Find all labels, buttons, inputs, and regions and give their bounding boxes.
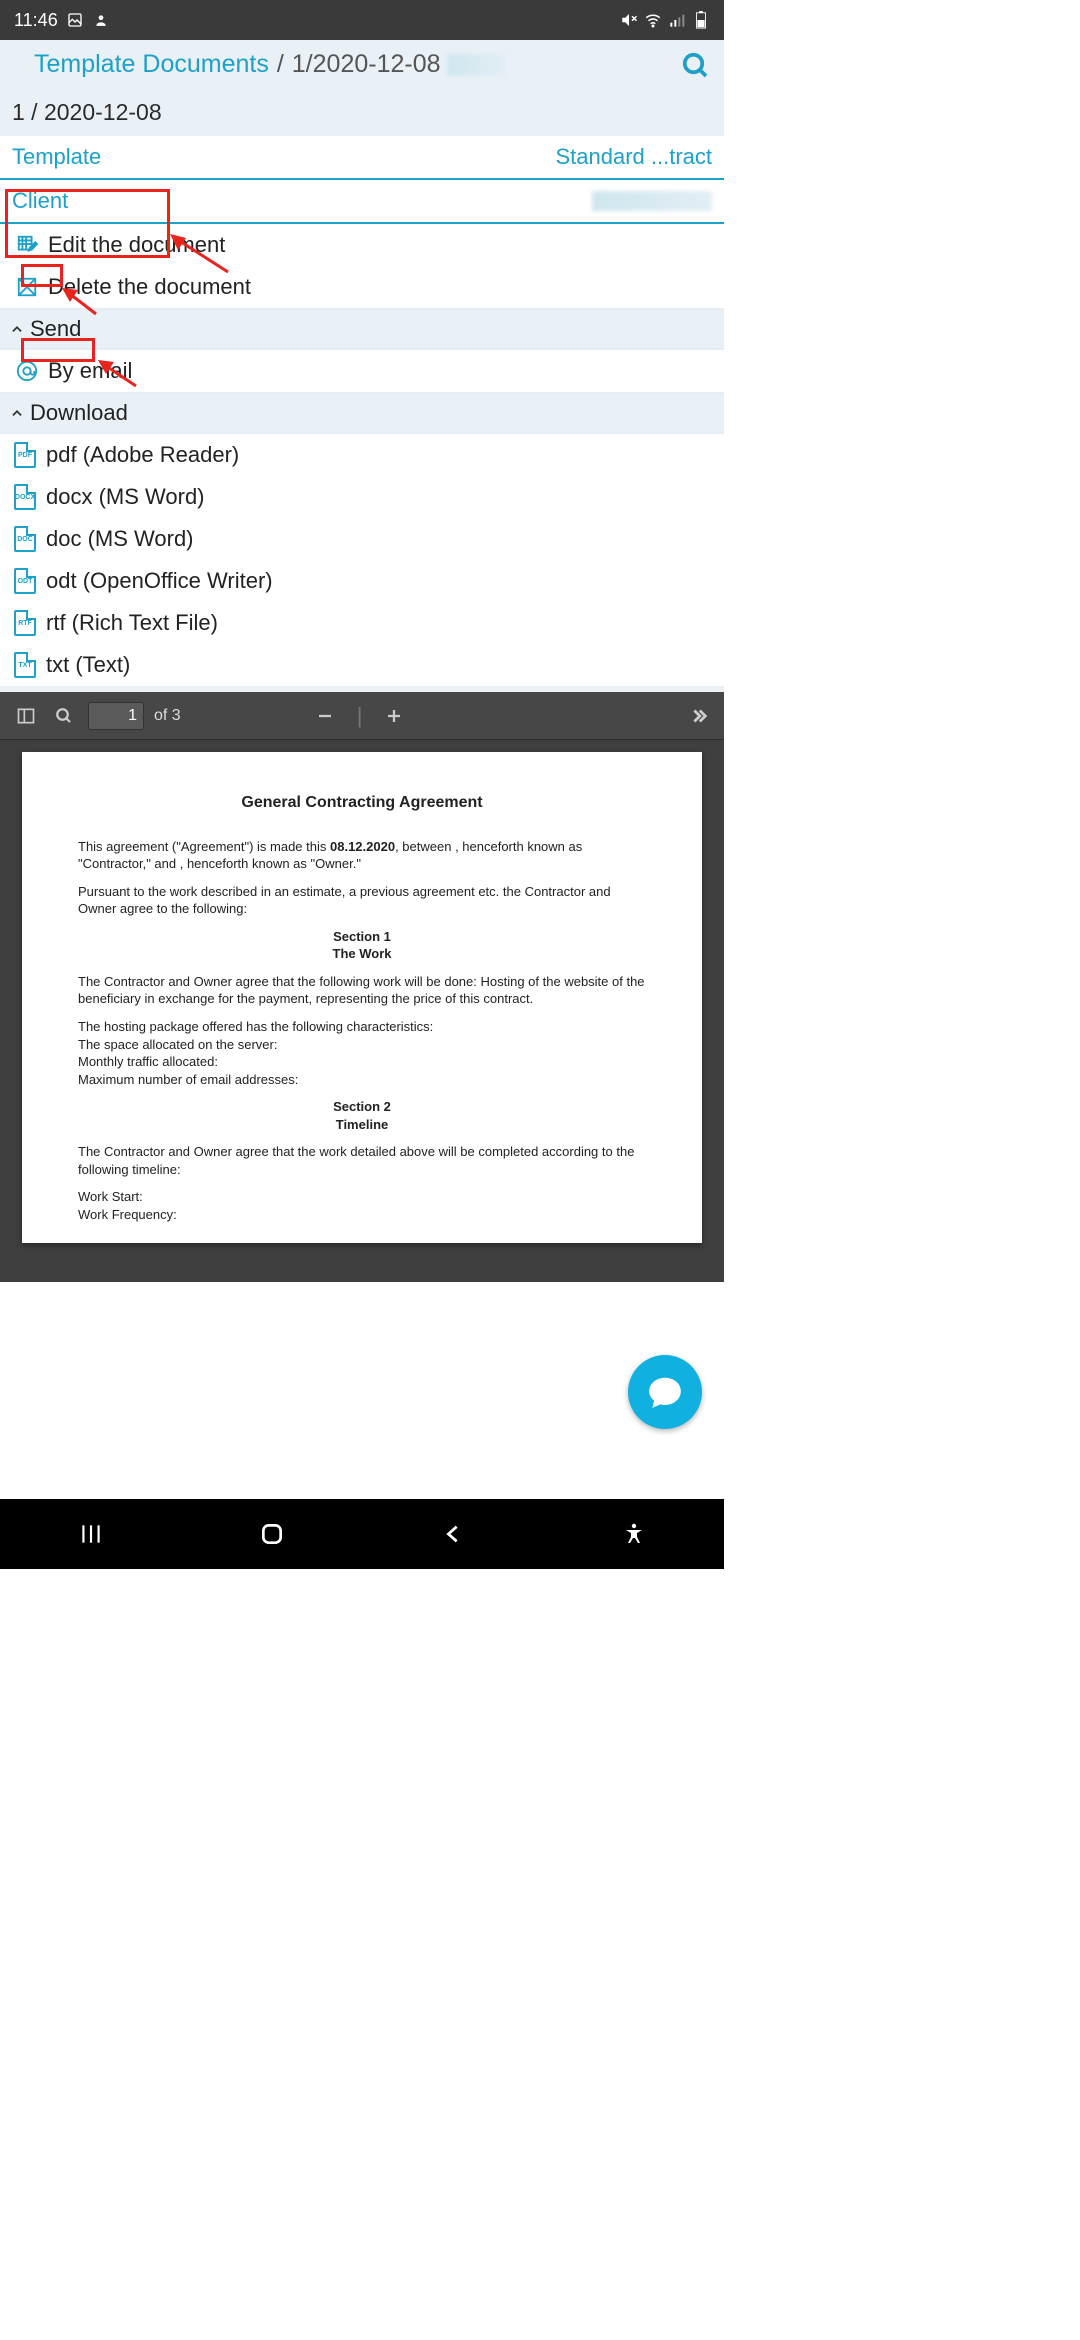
dl-label: docx (MS Word) [46,484,205,510]
delete-icon [14,274,40,300]
status-time: 11:46 [14,10,58,31]
breadcrumb: Template Documents / 1/2020-12-08 [0,40,724,91]
android-navbar [0,1499,724,1569]
delete-document-button[interactable]: Delete the document [0,266,724,308]
battery-icon [692,11,710,29]
download-title: Download [30,400,128,426]
edit-icon [14,232,40,258]
download-doc-button[interactable]: DOC doc (MS Word) [0,518,724,560]
viewer-toolbar: of 3 | [0,692,724,740]
delete-label: Delete the document [48,274,251,300]
zoom-in-button[interactable] [380,702,408,730]
doc-section-2-head: Section 2Timeline [78,1098,646,1133]
accessibility-button[interactable] [618,1518,650,1550]
field-client[interactable]: Client [0,180,724,224]
txt-file-icon: TXT [14,652,36,678]
page-number-input[interactable] [88,702,144,730]
status-bar: 11:46 [0,0,724,40]
dl-label: rtf (Rich Text File) [46,610,218,636]
search-button[interactable] [678,48,714,84]
back-button[interactable] [437,1518,469,1550]
home-button[interactable] [256,1518,288,1550]
document-preview-page[interactable]: General Contracting Agreement This agree… [22,752,702,1243]
chat-bubble-icon [646,1373,684,1411]
download-odt-button[interactable]: ODT odt (OpenOffice Writer) [0,560,724,602]
doc-p2: Pursuant to the work described in an est… [78,883,646,918]
breadcrumb-sep: / [277,50,284,79]
doc-p5: The space allocated on the server: [78,1036,646,1054]
pdf-viewer: of 3 | General Contracting Agreement Thi… [0,692,724,1282]
edit-document-button[interactable]: Edit the document [0,224,724,266]
dl-label: txt (Text) [46,652,130,678]
zoom-separator: | [357,703,363,729]
doc-p6: Monthly traffic allocated: [78,1053,646,1071]
field-template[interactable]: Template Standard ...tract [0,136,724,180]
sidebar-toggle-icon[interactable] [12,702,40,730]
page-total-label: of 3 [154,707,181,725]
download-txt-button[interactable]: TXT txt (Text) [0,644,724,686]
dl-label: odt (OpenOffice Writer) [46,568,273,594]
field-value-redacted [592,191,712,211]
odt-file-icon: ODT [14,568,36,594]
doc-p10: Work Frequency: [78,1206,646,1224]
doc-p9: Work Start: [78,1188,646,1206]
pdf-file-icon: PDF [14,442,36,468]
download-rtf-button[interactable]: RTF rtf (Rich Text File) [0,602,724,644]
breadcrumb-current: 1/2020-12-08 [292,50,441,79]
page-title: 1 / 2020-12-08 [0,91,724,136]
field-value: Standard ...tract [555,144,712,170]
user-icon [92,11,110,29]
doc-section-1-head: Section 1The Work [78,928,646,963]
breadcrumb-redacted [447,54,507,76]
doc-title: General Contracting Agreement [78,792,646,814]
send-title: Send [30,316,81,342]
doc-p8: The Contractor and Owner agree that the … [78,1143,646,1178]
docx-file-icon: DOCX [14,484,36,510]
zoom-out-button[interactable] [311,702,339,730]
send-section-header[interactable]: Send [0,308,724,350]
wifi-icon [644,11,662,29]
field-label: Template [12,144,101,170]
viewer-search-icon[interactable] [50,702,78,730]
dl-label: pdf (Adobe Reader) [46,442,239,468]
dl-label: doc (MS Word) [46,526,194,552]
download-docx-button[interactable]: DOCX docx (MS Word) [0,476,724,518]
send-by-email-button[interactable]: By email [0,350,724,392]
doc-p3: The Contractor and Owner agree that the … [78,973,646,1008]
download-section-header[interactable]: Download [0,392,724,434]
edit-label: Edit the document [48,232,225,258]
mute-vibrate-icon [620,11,638,29]
more-tools-button[interactable] [684,702,712,730]
by-email-label: By email [48,358,132,384]
doc-file-icon: DOC [14,526,36,552]
field-label: Client [12,188,68,214]
gallery-icon [66,11,84,29]
at-sign-icon [14,358,40,384]
doc-p7: Maximum number of email addresses: [78,1071,646,1089]
rtf-file-icon: RTF [14,610,36,636]
doc-p4: The hosting package offered has the foll… [78,1018,646,1036]
doc-p1: This agreement ("Agreement") is made thi… [78,838,646,873]
chat-fab-button[interactable] [628,1355,702,1429]
recents-button[interactable] [75,1518,107,1550]
chevron-up-icon [8,320,26,338]
chevron-up-icon [8,404,26,422]
signal-icon [668,11,686,29]
breadcrumb-home-link[interactable]: Template Documents [34,50,269,79]
download-pdf-button[interactable]: PDF pdf (Adobe Reader) [0,434,724,476]
